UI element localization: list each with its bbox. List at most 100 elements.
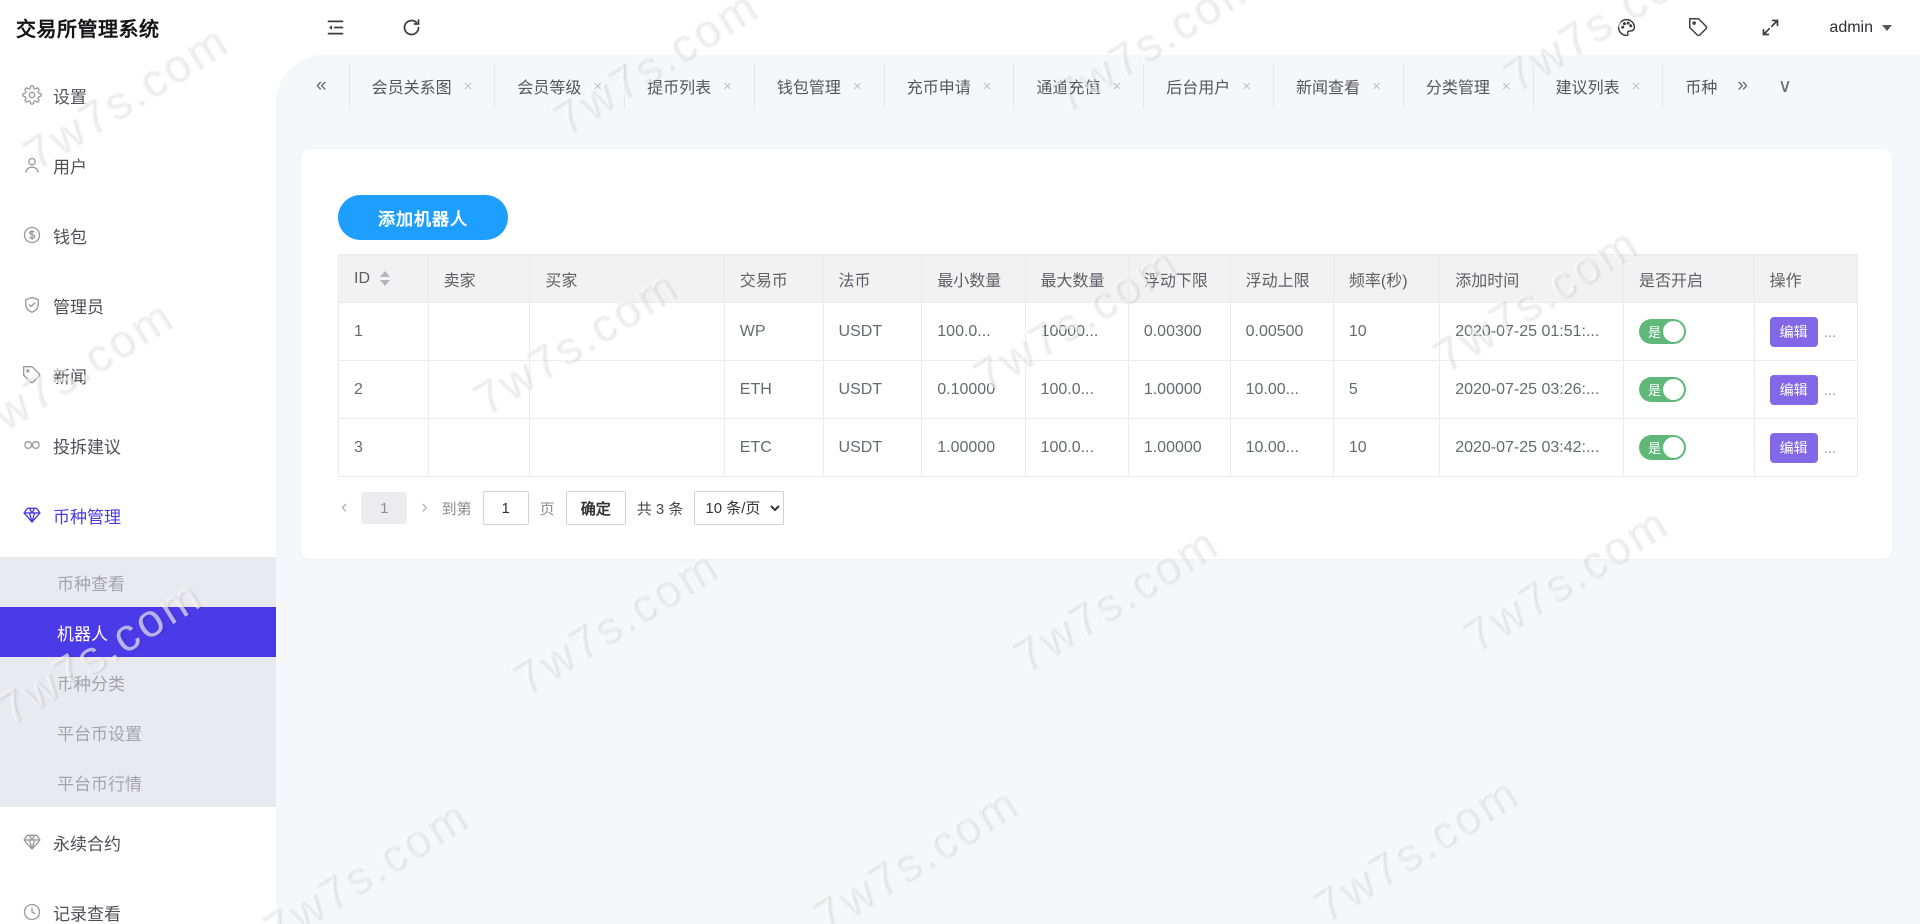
cell-coin: ETC	[724, 419, 823, 477]
column-header-id[interactable]: ID	[339, 255, 429, 303]
current-page[interactable]: 1	[361, 492, 407, 524]
tab-close-icon[interactable]: ×	[1502, 79, 1511, 94]
cell-id: 1	[339, 303, 429, 361]
sidebar-item-news[interactable]: 新闻	[0, 340, 276, 410]
cell-enabled: 是	[1624, 361, 1755, 419]
tab-close-icon[interactable]: ×	[983, 79, 992, 94]
tag-icon[interactable]	[1685, 15, 1711, 41]
sidebar-item-coin-management[interactable]: 币种管理	[0, 480, 276, 550]
edit-button[interactable]: 编辑	[1770, 317, 1818, 347]
tab-backend-users[interactable]: 后台用户 ×	[1144, 64, 1274, 108]
page-size-select[interactable]: 10 条/页	[694, 491, 784, 525]
page: 7w7s.com 7w7s.com 7w7s.com 7w7s.com 7w7s…	[0, 0, 1920, 924]
table-row: 2 ETH USDT 0.10000 100.0... 1.00000 10.0…	[339, 361, 1858, 419]
tab-suggestion-list[interactable]: 建议列表 ×	[1534, 64, 1664, 108]
tab-news-view[interactable]: 新闻查看 ×	[1274, 64, 1404, 108]
submenu-item-platform-coin-market[interactable]: 平台币行情	[0, 757, 276, 807]
sidebar-item-settings[interactable]: 设置	[0, 60, 276, 130]
content: « 会员关系图 × 会员等级 × 提币列表 × 钱包管理 ×	[276, 55, 1920, 924]
tab-withdraw-list[interactable]: 提币列表 ×	[625, 64, 755, 108]
column-header-added-time: 添加时间	[1440, 255, 1624, 303]
tab-close-icon[interactable]: ×	[1632, 79, 1641, 94]
tab-channel-recharge[interactable]: 通道充值 ×	[1014, 64, 1144, 108]
column-header-float-low: 浮动下限	[1128, 255, 1230, 303]
next-page-icon[interactable]: ›	[418, 497, 430, 519]
cell-frequency: 10	[1333, 303, 1439, 361]
cell-float-high: 10.00...	[1230, 361, 1333, 419]
prev-page-icon[interactable]: ‹	[338, 497, 350, 519]
toggle-label: 是	[1648, 380, 1661, 399]
tabs-scroll-left-icon[interactable]: «	[316, 64, 350, 108]
fullscreen-icon[interactable]	[1757, 15, 1783, 41]
edit-button[interactable]: 编辑	[1770, 375, 1818, 405]
sidebar: 设置 用户 钱包	[0, 55, 276, 924]
cell-enabled: 是	[1624, 419, 1755, 477]
menu-fold-icon[interactable]	[322, 15, 348, 41]
tabs-dropdown-icon[interactable]: ∨	[1778, 75, 1792, 98]
submenu-item-coin-category[interactable]: 币种分类	[0, 657, 276, 707]
sidebar-item-users[interactable]: 用户	[0, 130, 276, 200]
goto-page-input[interactable]	[483, 491, 529, 525]
tab-coin[interactable]: 币种	[1663, 64, 1723, 108]
user-icon	[22, 155, 42, 175]
confirm-page-button[interactable]: 确定	[566, 491, 626, 525]
tab-close-icon[interactable]: ×	[1372, 79, 1381, 94]
tab-label: 钱包管理	[777, 74, 841, 98]
column-header-buyer: 买家	[530, 255, 724, 303]
user-menu[interactable]: admin	[1829, 19, 1892, 37]
tab-close-icon[interactable]: ×	[1113, 79, 1122, 94]
tab-deposit-apply[interactable]: 充币申请 ×	[885, 64, 1015, 108]
sort-icon[interactable]	[380, 271, 390, 286]
tab-close-icon[interactable]: ×	[723, 79, 732, 94]
tab-label: 新闻查看	[1296, 74, 1360, 98]
column-header-enabled: 是否开启	[1624, 255, 1755, 303]
tab-close-icon[interactable]: ×	[853, 79, 862, 94]
sidebar-item-label: 永续合约	[53, 830, 121, 855]
tab-member-relation[interactable]: 会员关系图 ×	[350, 64, 496, 108]
tab-wallet-management[interactable]: 钱包管理 ×	[755, 64, 885, 108]
refresh-icon[interactable]	[398, 15, 424, 41]
tab-close-icon[interactable]: ×	[593, 79, 602, 94]
tabs-scroll-right-icon[interactable]: »	[1737, 75, 1748, 97]
sidebar-item-suggestions[interactable]: 投拆建议	[0, 410, 276, 480]
enabled-toggle[interactable]: 是	[1639, 319, 1686, 344]
sidebar-item-perpetual-contract[interactable]: 永续合约	[0, 807, 276, 877]
tab-close-icon[interactable]: ×	[464, 79, 473, 94]
column-header-coin: 交易币	[724, 255, 823, 303]
sidebar-item-records[interactable]: 记录查看	[0, 877, 276, 924]
clock-icon	[22, 902, 42, 922]
cell-fiat: USDT	[823, 303, 922, 361]
robot-list-card: 添加机器人 ID	[301, 149, 1892, 559]
palette-icon[interactable]	[1613, 15, 1639, 41]
truncated-actions: ...	[1824, 324, 1837, 341]
edit-button[interactable]: 编辑	[1770, 433, 1818, 463]
diamond-icon	[22, 505, 42, 525]
cell-id: 2	[339, 361, 429, 419]
tab-member-level[interactable]: 会员等级 ×	[495, 64, 625, 108]
app-title: 交易所管理系统	[16, 13, 276, 42]
column-header-actions: 操作	[1754, 255, 1857, 303]
tab-category-management[interactable]: 分类管理 ×	[1404, 64, 1534, 108]
sidebar-item-label: 投拆建议	[53, 433, 121, 458]
tab-close-icon[interactable]: ×	[1242, 79, 1251, 94]
tab-label: 币种	[1685, 74, 1717, 98]
cell-enabled: 是	[1624, 303, 1755, 361]
submenu-item-robot[interactable]: 机器人	[0, 607, 276, 657]
enabled-toggle[interactable]: 是	[1639, 377, 1686, 402]
column-header-fiat: 法币	[823, 255, 922, 303]
toggle-label: 是	[1648, 438, 1661, 457]
sidebar-item-wallet[interactable]: 钱包	[0, 200, 276, 270]
cell-actions: 编辑...	[1754, 361, 1857, 419]
body: 设置 用户 钱包	[0, 55, 1920, 924]
add-robot-button[interactable]: 添加机器人	[338, 195, 508, 240]
submenu-item-platform-coin-settings[interactable]: 平台币设置	[0, 707, 276, 757]
truncated-actions: ...	[1824, 382, 1837, 399]
submenu-item-coin-view[interactable]: 币种查看	[0, 557, 276, 607]
topbar: 交易所管理系统	[0, 0, 1920, 55]
cell-coin: ETH	[724, 361, 823, 419]
shield-check-icon	[22, 295, 42, 315]
enabled-toggle[interactable]: 是	[1639, 435, 1686, 460]
sidebar-item-admins[interactable]: 管理员	[0, 270, 276, 340]
column-header-max: 最大数量	[1025, 255, 1128, 303]
cell-float-high: 10.00...	[1230, 419, 1333, 477]
